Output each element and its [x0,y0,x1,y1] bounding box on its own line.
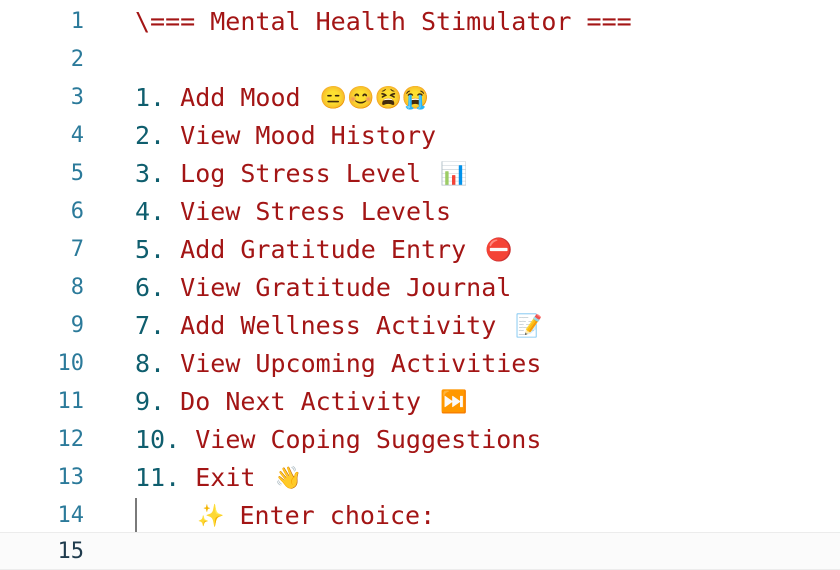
menu-label: View Gratitude Journal [180,272,512,302]
menu-label: View Coping Suggestions [195,424,542,454]
code-text: 8. View Upcoming Activities [135,349,541,378]
memo-icon: 📝 [515,314,543,339]
menu-label: Exit [195,462,256,492]
line-number: 4 [70,122,84,148]
code-line[interactable]: 12 10. View Coping Suggestions [0,420,840,458]
line-number: 13 [57,464,85,490]
code-line-current[interactable]: 15 [0,532,840,570]
code-text: 3. Log Stress Level 📊 [135,159,467,188]
prompt-label: Enter choice: [239,500,436,530]
code-line[interactable]: 2 [0,40,840,78]
code-text: ✨ Enter choice: [135,501,435,530]
menu-label: Log Stress Level [180,158,421,188]
no-entry-icon: ⛔ [485,238,513,263]
line-number: 2 [70,46,84,72]
menu-label: Add Gratitude Entry [180,234,467,264]
menu-label: View Mood History [180,120,437,150]
code-text: 4. View Stress Levels [135,197,451,226]
menu-number: 7. [135,310,166,340]
line-number: 15 [57,538,85,564]
sparkles-icon: ✨ [197,504,225,529]
menu-label: Add Wellness Activity [180,310,497,340]
code-text: \=== Mental Health Stimulator === [135,6,632,36]
menu-number: 9. [135,386,166,416]
code-text: 7. Add Wellness Activity 📝 [135,311,543,340]
code-line[interactable]: 11 9. Do Next Activity ⏭️ [0,382,840,420]
line-number: 6 [70,198,84,224]
menu-number: 5. [135,234,166,264]
line-number: 5 [70,160,84,186]
menu-number: 1. [135,82,166,112]
code-line[interactable]: 8 6. View Gratitude Journal [0,268,840,306]
code-text: 1. Add Mood 😑😊😫😭 [135,83,429,112]
code-editor[interactable]: 1 \=== Mental Health Stimulator === 2 3 … [0,0,840,570]
line-number: 8 [70,274,84,300]
code-text: 9. Do Next Activity ⏭️ [135,387,467,416]
code-text: 5. Add Gratitude Entry ⛔ [135,235,513,264]
menu-number: 10. [135,424,181,454]
line-number: 1 [70,8,84,34]
code-line[interactable]: 3 1. Add Mood 😑😊😫😭 [0,78,840,116]
mood-emojis-icon: 😑😊😫😭 [319,86,430,111]
line-number: 7 [70,236,84,262]
menu-number: 11. [135,462,181,492]
menu-number: 8. [135,348,166,378]
menu-number: 3. [135,158,166,188]
code-text: 11. Exit 👋 [135,463,302,492]
code-line[interactable]: 9 7. Add Wellness Activity 📝 [0,306,840,344]
menu-label: View Upcoming Activities [180,348,542,378]
menu-number: 6. [135,272,166,302]
code-text: 6. View Gratitude Journal [135,273,511,302]
code-line[interactable]: 5 3. Log Stress Level 📊 [0,154,840,192]
menu-number: 2. [135,120,166,150]
waving-hand-icon: 👋 [274,466,302,491]
menu-label: Do Next Activity [180,386,421,416]
code-line[interactable]: 10 8. View Upcoming Activities [0,344,840,382]
line-number: 10 [57,350,85,376]
line-number: 3 [70,84,84,110]
code-text: 2. View Mood History [135,121,436,150]
menu-number: 4. [135,196,166,226]
code-line[interactable]: 4 2. View Mood History [0,116,840,154]
code-line[interactable]: 14 ✨ Enter choice: [0,496,840,534]
code-line[interactable]: 6 4. View Stress Levels [0,192,840,230]
code-line[interactable]: 13 11. Exit 👋 [0,458,840,496]
line-number: 14 [57,502,85,528]
line-number: 11 [57,388,85,414]
next-track-icon: ⏭️ [440,390,468,415]
menu-label: View Stress Levels [180,196,452,226]
code-text: 10. View Coping Suggestions [135,425,541,454]
line-number: 9 [70,312,84,338]
code-line[interactable]: 1 \=== Mental Health Stimulator === [0,2,840,40]
bar-chart-icon: 📊 [440,162,468,187]
line-number: 12 [57,426,85,452]
menu-label: Add Mood [180,82,301,112]
code-line[interactable]: 7 5. Add Gratitude Entry ⛔ [0,230,840,268]
